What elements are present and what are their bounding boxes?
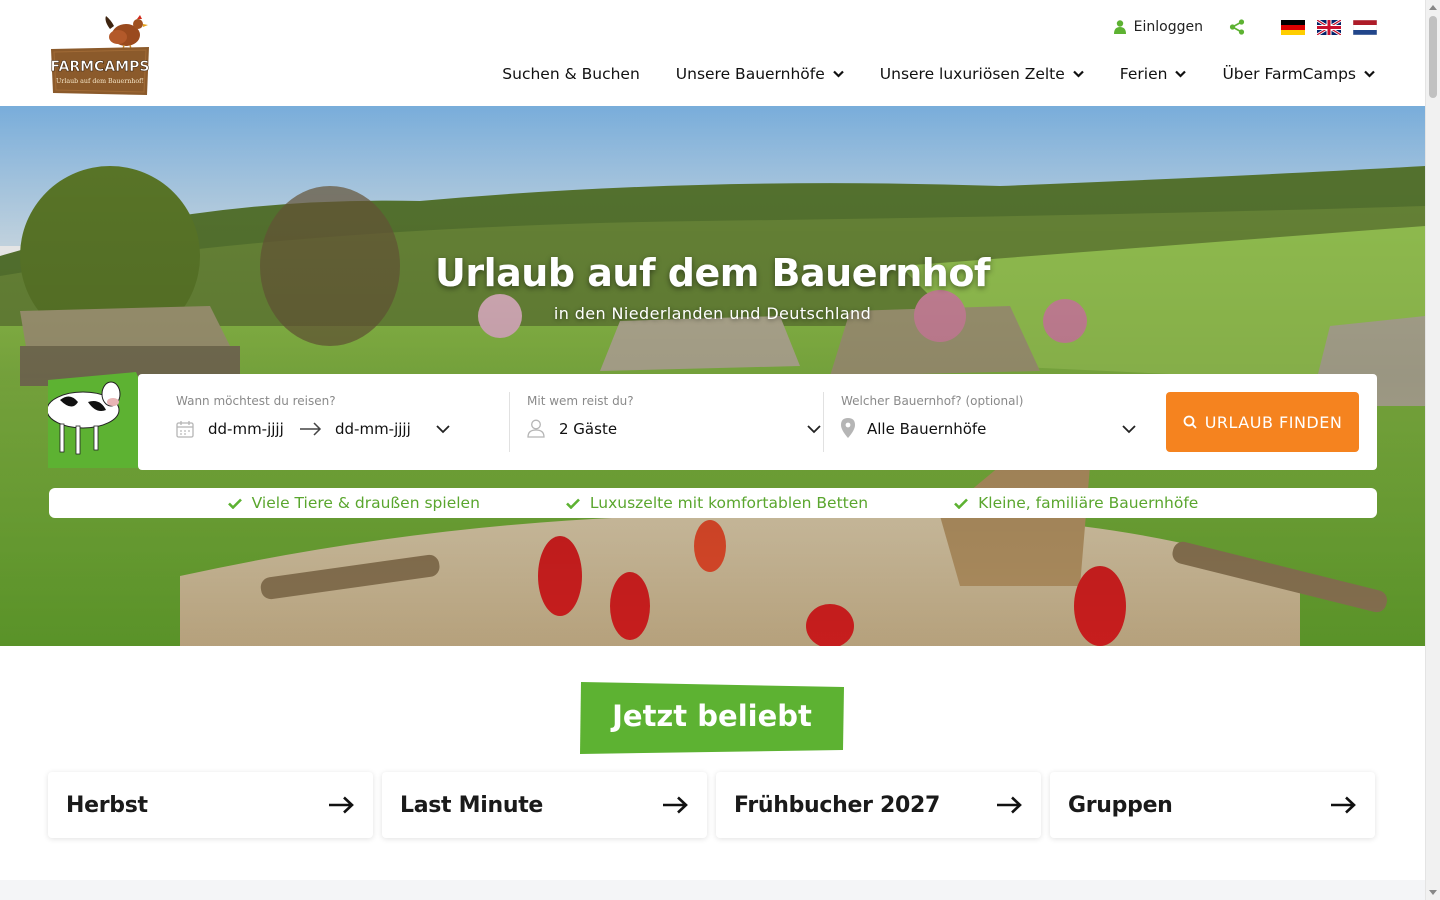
chevron-down-icon: [807, 425, 821, 434]
chevron-down-icon: [1364, 70, 1375, 78]
popular-cards: Herbst Last Minute Frühbucher 2027 Grupp…: [48, 772, 1378, 838]
check-icon: [954, 498, 969, 509]
search-icon: [1183, 415, 1197, 429]
popular-card-early-booking[interactable]: Frühbucher 2027: [716, 772, 1041, 838]
svg-text:Urlaub auf dem Bauernhof!: Urlaub auf dem Bauernhof!: [56, 78, 144, 85]
scroll-down-icon[interactable]: [1429, 890, 1437, 895]
hero-title: Urlaub auf dem Bauernhof: [435, 251, 990, 295]
next-section-edge: [0, 880, 1425, 900]
login-link[interactable]: Einloggen: [1113, 19, 1203, 35]
farmcamps-logo[interactable]: FARMCAMPS Urlaub auf dem Bauernhof!: [48, 15, 152, 97]
find-holiday-button[interactable]: URLAUB FINDEN: [1166, 392, 1359, 452]
arrow-right-icon: [329, 796, 354, 814]
usp-item: Luxuszelte mit komfortablen Betten: [565, 494, 869, 512]
chevron-down-icon: [1073, 70, 1084, 78]
nav-label: Über FarmCamps: [1222, 65, 1356, 83]
check-icon: [565, 498, 580, 509]
find-holiday-label: URLAUB FINDEN: [1204, 412, 1343, 432]
arrow-right-icon: [997, 796, 1022, 814]
card-label: Herbst: [66, 792, 148, 818]
card-label: Frühbucher 2027: [734, 792, 941, 818]
chevron-down-icon: [1175, 70, 1187, 78]
chevron-down-icon: [1122, 425, 1136, 434]
usp-item: Kleine, familiäre Bauernhöfe: [954, 494, 1198, 512]
user-icon: [1113, 20, 1126, 34]
flag-en-icon[interactable]: [1317, 19, 1341, 35]
usp-bar: Viele Tiere & draußen spielen Luxuszelte…: [49, 488, 1377, 518]
date-range-picker[interactable]: Wann möchtest du reisen? dd-mm-jjjj dd-m…: [176, 374, 490, 470]
guests-select[interactable]: Mit wem reist du? 2 Gäste: [509, 392, 822, 452]
calendar-icon: [176, 421, 194, 438]
share-icon[interactable]: [1229, 19, 1245, 35]
login-label: Einloggen: [1133, 19, 1203, 35]
usp-item: Viele Tiere & draußen spielen: [227, 494, 480, 512]
nav-item-about[interactable]: Über FarmCamps: [1222, 65, 1375, 83]
usp-label: Viele Tiere & draußen spielen: [251, 494, 480, 512]
scroll-up-icon[interactable]: [1429, 5, 1437, 10]
scrollbar-thumb[interactable]: [1429, 16, 1437, 98]
check-icon: [227, 498, 242, 509]
nav-label: Unsere Bauernhöfe: [675, 65, 825, 83]
nav-item-search-book[interactable]: Suchen & Buchen: [502, 65, 639, 83]
nav-label: Suchen & Buchen: [502, 65, 640, 83]
dates-label: Wann möchtest du reisen?: [176, 394, 336, 408]
flag-de-icon[interactable]: [1281, 19, 1305, 35]
card-label: Last Minute: [400, 792, 544, 818]
language-switcher: [1281, 19, 1377, 35]
date-to-input[interactable]: dd-mm-jjjj: [335, 420, 411, 438]
svg-text:FARMCAMPS: FARMCAMPS: [51, 59, 150, 75]
farm-select[interactable]: Welcher Bauernhof? (optional) Alle Bauer…: [823, 392, 1139, 452]
usp-label: Kleine, familiäre Bauernhöfe: [978, 494, 1199, 512]
card-label: Gruppen: [1068, 792, 1173, 818]
arrow-right-icon: [663, 796, 688, 814]
nav-label: Unsere luxuriösen Zelte: [879, 65, 1065, 83]
nav-item-farms[interactable]: Unsere Bauernhöfe: [676, 65, 844, 83]
flag-nl-icon[interactable]: [1353, 19, 1377, 35]
chevron-down-icon: [833, 70, 844, 78]
guests-label: Mit wem reist du?: [527, 394, 634, 408]
date-from-input[interactable]: dd-mm-jjjj: [208, 420, 284, 438]
farm-label: Welcher Bauernhof? (optional): [841, 394, 1024, 408]
popular-card-groups[interactable]: Gruppen: [1050, 772, 1375, 838]
search-form: Wann möchtest du reisen? dd-mm-jjjj dd-m…: [138, 374, 1377, 470]
popular-title: Jetzt beliebt: [612, 699, 812, 733]
site-header: FARMCAMPS Urlaub auf dem Bauernhof! Einl…: [0, 0, 1425, 106]
hero-subtitle: in den Niederlanden und Deutschland: [553, 304, 872, 323]
guests-value: 2 Gäste: [559, 420, 618, 438]
nav-item-tents[interactable]: Unsere luxuriösen Zelte: [880, 65, 1084, 83]
person-icon: [527, 419, 545, 438]
usp-label: Luxuszelte mit komfortablen Betten: [589, 494, 869, 512]
nav-item-holidays[interactable]: Ferien: [1120, 65, 1187, 83]
arrow-right-icon: [300, 422, 322, 436]
main-nav: Suchen & Buchen Unsere Bauernhöfe Unsere…: [502, 62, 1375, 86]
farm-value: Alle Bauernhöfe: [867, 420, 987, 438]
popular-card-autumn[interactable]: Herbst: [48, 772, 373, 838]
page-scrollbar[interactable]: [1425, 0, 1440, 900]
map-pin-icon: [841, 418, 855, 438]
popular-card-last-minute[interactable]: Last Minute: [382, 772, 707, 838]
chevron-down-icon: [436, 425, 450, 434]
arrow-right-icon: [1331, 796, 1356, 814]
header-topbar: Einloggen: [1113, 16, 1377, 38]
nav-label: Ferien: [1119, 65, 1168, 83]
